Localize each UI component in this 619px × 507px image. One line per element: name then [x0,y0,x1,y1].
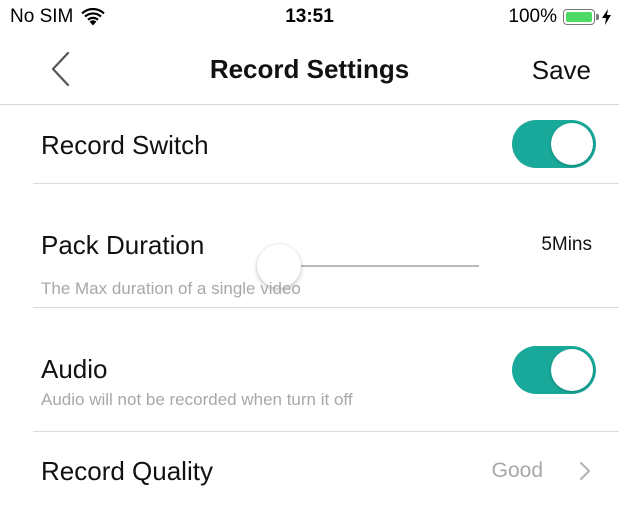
record-switch-toggle[interactable] [512,120,596,168]
page-title: Record Settings [209,54,410,84]
audio-toggle[interactable] [512,346,596,394]
battery-percent: 100% [508,6,557,27]
pack-duration-label: Pack Duration [41,230,205,260]
battery-icon [563,9,595,25]
record-settings-screen: No SIM 13:51 100% Record Settings Save R… [0,0,619,507]
chevron-right-icon[interactable] [578,459,592,483]
record-quality-label[interactable]: Record Quality [41,456,213,487]
row-divider [33,431,619,432]
audio-description: Audio will not be recorded when turn it … [41,390,353,409]
row-divider [33,183,619,184]
charging-bolt-icon [602,9,611,25]
pack-duration-description: The Max duration of a single video [41,279,301,298]
slider-track [277,265,479,267]
toggle-knob [551,123,593,165]
status-bar: No SIM 13:51 100% [0,0,619,34]
row-divider [33,307,619,308]
battery-tip [596,14,599,20]
battery-group: 100% [508,6,611,28]
pack-duration-value: 5Mins [541,234,592,255]
battery-fill [566,12,592,22]
nav-bar: Record Settings Save [0,34,619,104]
save-button[interactable]: Save [532,55,591,86]
toggle-knob [551,349,593,391]
record-switch-label: Record Switch [41,130,209,160]
record-quality-value[interactable]: Good [492,459,543,483]
nav-divider [0,104,619,105]
audio-label: Audio [41,354,108,384]
